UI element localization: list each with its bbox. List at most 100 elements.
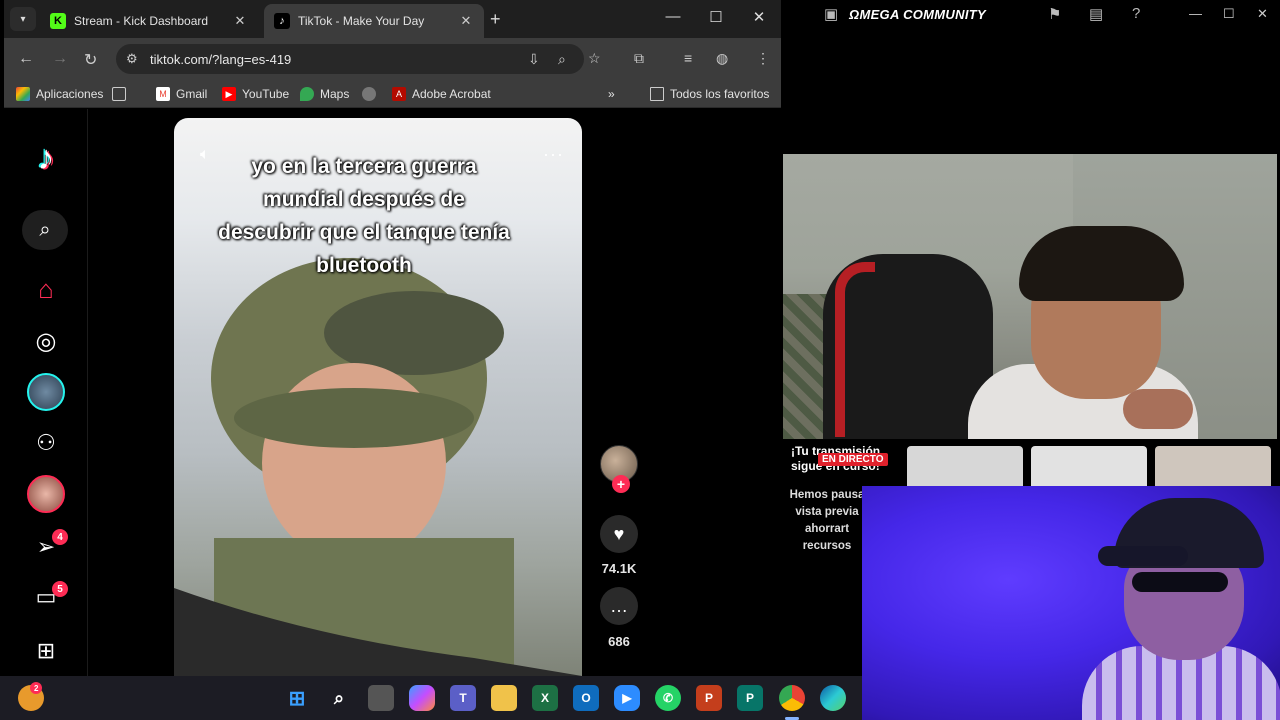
messages-badge: 5 (52, 581, 68, 597)
grid-shortcut-icon[interactable] (112, 87, 132, 101)
minimize-icon[interactable]: — (1189, 6, 1202, 21)
bookmark-gmail[interactable]: M Gmail (156, 87, 207, 101)
site-info-icon[interactable]: ⚙ (126, 51, 138, 67)
bookmarks-bar: Aplicaciones M Gmail ▶ YouTube Maps A Ad… (4, 80, 781, 108)
tab-search-button[interactable]: ▾ (10, 7, 36, 31)
more-bookmarks-icon[interactable]: » (608, 87, 615, 101)
forward-icon[interactable]: → (52, 50, 68, 68)
app-logo-icon: ▣ (824, 6, 839, 23)
comment-icon[interactable]: … (600, 587, 638, 625)
webcam-feed-main (783, 154, 1277, 439)
extensions-icon[interactable]: ⧉ (634, 50, 644, 67)
tab-strip: ▾ K Stream - Kick Dashboard ✕ ♪ TikTok -… (4, 0, 781, 38)
excel-icon[interactable]: X (532, 685, 558, 711)
teams-icon[interactable]: T (450, 685, 476, 711)
search-icon: ⌕ (39, 218, 51, 241)
maps-icon (300, 87, 314, 101)
tiktok-page: ♪ ⌕ ⌂ ◎ ⚇ ➢ 4 ▭ 5 ⊞ 🔈︎ ··· yo en la terc… (4, 109, 781, 676)
search-icon[interactable]: ⌕ (326, 685, 352, 711)
tab-kick-dashboard[interactable]: K Stream - Kick Dashboard ✕ (40, 4, 258, 38)
tiktok-icon: ♪ (274, 13, 290, 29)
zoom-icon[interactable]: ⌕ (558, 51, 566, 68)
desktop: ▾ K Stream - Kick Dashboard ✕ ♪ TikTok -… (0, 0, 1280, 720)
tab-title: Stream - Kick Dashboard (74, 14, 209, 28)
upload-icon[interactable]: ⊞ (26, 631, 66, 671)
copilot-icon[interactable] (409, 685, 435, 711)
tiktok-logo-icon[interactable]: ♪ (30, 139, 62, 179)
profile-avatar[interactable] (27, 475, 65, 513)
taskbar: 2 ⊞ ⌕ T X O ▶ ✆ P P (0, 676, 862, 720)
comment-count: 686 (608, 634, 630, 649)
maximize-icon[interactable]: ☐ (701, 8, 731, 26)
youtube-icon: ▶ (222, 87, 236, 101)
flag-icon[interactable]: ⚑ (1048, 5, 1061, 23)
like-count: 74.1K (601, 561, 637, 576)
zoom-icon[interactable]: ▶ (614, 685, 640, 711)
chrome-icon[interactable] (779, 685, 805, 711)
video-caption: yo en la tercera guerra mundial después … (218, 155, 510, 277)
bookmark-label: Todos los favoritos (670, 87, 770, 101)
tab-title: TikTok - Make Your Day (298, 14, 425, 28)
reload-icon[interactable]: ↻ (84, 50, 97, 70)
address-bar[interactable]: ⚙ tiktok.com/?lang=es-419 ⇩ ⌕ (116, 44, 584, 74)
minimize-icon[interactable]: — (658, 8, 688, 25)
more-options-icon[interactable]: ··· (543, 144, 564, 165)
volume-icon[interactable]: 🔈︎ (200, 146, 210, 164)
video-player[interactable]: 🔈︎ ··· yo en la tercera guerra mundial d… (174, 118, 582, 676)
inbox-tray-icon[interactable]: ▤ (1089, 5, 1103, 23)
powerpoint-icon[interactable]: P (696, 685, 722, 711)
outlook-icon[interactable]: O (573, 685, 599, 711)
close-window-icon[interactable]: ✕ (1257, 6, 1268, 22)
task-view-icon[interactable] (368, 685, 394, 711)
url-text: tiktok.com/?lang=es-419 (150, 52, 292, 67)
maximize-icon[interactable]: ☐ (1223, 6, 1235, 22)
close-tab-icon[interactable]: ✕ (458, 13, 474, 29)
webcam-feed-overlay (862, 486, 1280, 720)
help-icon[interactable]: ? (1132, 5, 1140, 22)
tiktok-sidebar: ♪ ⌕ ⌂ ◎ ⚇ ➢ 4 ▭ 5 ⊞ (4, 109, 88, 676)
profile-icon[interactable]: ◍ (716, 50, 728, 67)
all-bookmarks[interactable]: Todos los favoritos (650, 87, 769, 101)
bookmark-label: Maps (320, 87, 350, 101)
search-button[interactable]: ⌕ (22, 210, 68, 250)
follow-plus-icon[interactable]: + (612, 475, 630, 493)
close-window-icon[interactable]: ✕ (744, 8, 774, 26)
inbox-badge: 4 (52, 529, 68, 545)
chrome-window: ▾ K Stream - Kick Dashboard ✕ ♪ TikTok -… (4, 0, 781, 676)
new-tab-icon[interactable]: + (490, 9, 501, 30)
gmail-icon: M (156, 87, 170, 101)
bookmark-apps[interactable]: Aplicaciones (16, 87, 103, 101)
explore-compass-icon[interactable]: ◎ (26, 321, 66, 361)
back-icon[interactable]: ← (18, 50, 34, 68)
apps-grid-icon (16, 87, 30, 101)
stream-app-titlebar: ▣ ΩMEGA COMMUNITY ⚑ ▤ ? — ☐ ✕ (781, 0, 1280, 30)
bookmark-label: YouTube (242, 87, 290, 101)
bookmark-star-icon[interactable]: ☆ (588, 50, 601, 67)
edge-icon[interactable] (820, 685, 846, 711)
install-app-icon[interactable]: ⇩ (528, 51, 540, 68)
stream-thumbnail[interactable] (1155, 446, 1271, 486)
windows-start-icon[interactable]: ⊞ (284, 685, 310, 711)
browser-toolbar: ← → ↻ ⚙ tiktok.com/?lang=es-419 ⇩ ⌕ ☆ ⧉ … (4, 38, 781, 80)
live-notice-description: Hemos pausa vista previa ahorrart recurs… (789, 489, 865, 552)
folder-icon (650, 87, 664, 101)
home-icon[interactable]: ⌂ (26, 269, 66, 309)
stream-thumbnail[interactable] (1031, 446, 1147, 486)
bookmark-youtube[interactable]: ▶ YouTube (222, 87, 289, 101)
tab-tiktok[interactable]: ♪ TikTok - Make Your Day ✕ (264, 4, 484, 38)
live-avatar[interactable] (27, 373, 65, 411)
media-controls-icon[interactable]: ≡ (684, 50, 692, 66)
stream-thumbnail[interactable] (907, 446, 1023, 486)
globe-icon[interactable] (362, 87, 382, 101)
bookmark-maps[interactable]: Maps (300, 87, 349, 101)
bookmark-label: Aplicaciones (36, 87, 104, 101)
following-users-icon[interactable]: ⚇ (26, 423, 66, 463)
menu-kebab-icon[interactable]: ⋮ (756, 50, 770, 67)
whatsapp-icon[interactable]: ✆ (655, 685, 681, 711)
bookmark-label: Adobe Acrobat (412, 87, 491, 101)
bookmark-acrobat[interactable]: A Adobe Acrobat (392, 87, 491, 101)
close-tab-icon[interactable]: ✕ (232, 13, 248, 29)
publisher-icon[interactable]: P (737, 685, 763, 711)
like-heart-icon[interactable]: ♥ (600, 515, 638, 553)
file-explorer-icon[interactable] (491, 685, 517, 711)
